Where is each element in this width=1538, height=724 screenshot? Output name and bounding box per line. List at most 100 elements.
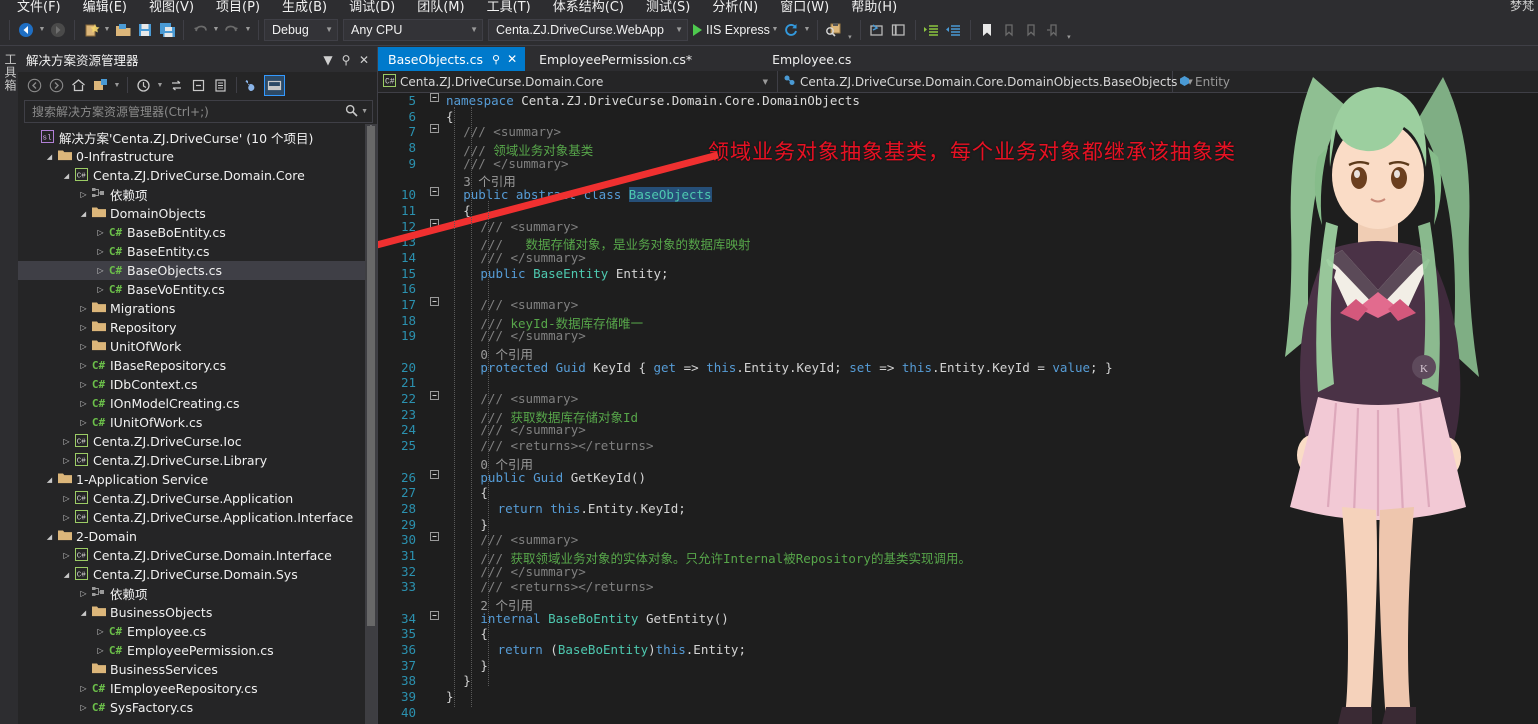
undo-dropdown-icon[interactable]: ▼ [211, 26, 221, 33]
tree-item[interactable]: ◢ C# Centa.ZJ.DriveCurse.Domain.Core [18, 166, 377, 185]
menu-item-7[interactable]: 工具(T) [476, 1, 542, 14]
tree-item[interactable]: ▷ C# IEmployeeRepository.cs [18, 679, 377, 698]
redo-dropdown-icon[interactable]: ▼ [243, 26, 253, 33]
refresh-button[interactable] [166, 75, 187, 96]
tree-item[interactable]: ◢ BusinessObjects [18, 603, 377, 622]
back-button[interactable] [24, 75, 45, 96]
new-item-dropdown-icon[interactable]: ▼ [102, 26, 112, 33]
tree-item[interactable]: ◢ [18, 717, 377, 718]
tree-item[interactable]: ◢ DomainObjects [18, 204, 377, 223]
pin-icon[interactable]: ⚲ [337, 53, 355, 67]
new-item-icon[interactable] [80, 19, 102, 41]
expanded-triangle-icon[interactable]: ◢ [43, 476, 56, 484]
find-dropdown-icon[interactable]: ▾ [845, 33, 855, 45]
menu-item-12[interactable]: 帮助(H) [840, 1, 908, 14]
back-dropdown-icon[interactable]: ▼ [37, 26, 47, 33]
tree-item[interactable]: ▷ C# IOnModelCreating.cs [18, 394, 377, 413]
tree-item[interactable]: ◢ 0-Infrastructure [18, 147, 377, 166]
collapsed-triangle-icon[interactable]: ▷ [94, 285, 107, 294]
expanded-triangle-icon[interactable]: ◢ [60, 571, 73, 579]
close-icon[interactable]: ✕ [507, 52, 517, 66]
collapse-outline-icon[interactable] [428, 218, 440, 231]
tree-item[interactable]: ▷ 依赖项 [18, 584, 377, 603]
tree-item[interactable]: ▷ C# Centa.ZJ.DriveCurse.Application.Inter… [18, 508, 377, 527]
collapsed-triangle-icon[interactable]: ▷ [77, 684, 90, 693]
collapse-outline-icon[interactable] [428, 610, 440, 623]
decrease-indent-icon[interactable] [943, 19, 965, 41]
menu-item-11[interactable]: 窗口(W) [769, 1, 840, 14]
open-folder-icon[interactable] [112, 19, 134, 41]
collapsed-triangle-icon[interactable]: ▷ [60, 456, 73, 465]
collapse-outline-icon[interactable] [428, 469, 440, 482]
tree-item[interactable]: ▷ C# Centa.ZJ.DriveCurse.Library [18, 451, 377, 470]
collapsed-triangle-icon[interactable]: ▷ [77, 342, 90, 351]
tree-item[interactable]: ▷ C# IDbContext.cs [18, 375, 377, 394]
tree-item[interactable]: ▷ C# IUnitOfWork.cs [18, 413, 377, 432]
menu-item-6[interactable]: 团队(M) [406, 1, 475, 14]
collapsed-triangle-icon[interactable]: ▷ [94, 247, 107, 256]
menu-item-0[interactable]: 文件(F) [6, 1, 72, 14]
collapsed-triangle-icon[interactable]: ▷ [77, 190, 90, 199]
find-icon[interactable] [823, 19, 845, 41]
navbar-type-select[interactable]: Centa.ZJ.DriveCurse.Domain.Core.DomainOb… [778, 70, 1193, 93]
editor-tab[interactable]: BaseObjects.cs ⚲ ✕ [378, 47, 526, 71]
chevron-down-icon[interactable]: ▼ [361, 108, 368, 115]
collapsed-triangle-icon[interactable]: ▷ [77, 589, 90, 598]
collapsed-triangle-icon[interactable]: ▷ [60, 437, 73, 446]
menu-item-9[interactable]: 测试(S) [635, 1, 701, 14]
menu-item-3[interactable]: 项目(P) [205, 1, 271, 14]
clear-bookmarks-icon[interactable] [1042, 19, 1064, 41]
startup-project-select[interactable]: Centa.ZJ.DriveCurse.WebApp ▼ [488, 18, 688, 41]
tree-item[interactable]: ▷ C# Centa.ZJ.DriveCurse.Ioc [18, 432, 377, 451]
collapsed-triangle-icon[interactable]: ▷ [60, 494, 73, 503]
chevron-down-icon[interactable]: ▼ [319, 53, 337, 67]
comment-icon[interactable] [866, 19, 888, 41]
menu-item-2[interactable]: 视图(V) [138, 1, 205, 14]
back-arrow-icon[interactable] [15, 19, 37, 41]
collapsed-triangle-icon[interactable]: ▷ [94, 266, 107, 275]
next-bookmark-icon[interactable] [1020, 19, 1042, 41]
sync-dropdown-icon[interactable]: ▼ [112, 82, 122, 89]
preview-selected-items-button[interactable] [264, 74, 285, 96]
navbar-project-select[interactable]: C# Centa.ZJ.DriveCurse.Domain.Core ▼ [378, 70, 778, 93]
editor-tab[interactable]: Employee.cs [762, 47, 859, 71]
collapsed-triangle-icon[interactable]: ▷ [60, 551, 73, 560]
uncomment-icon[interactable] [888, 19, 910, 41]
collapsed-triangle-icon[interactable]: ▷ [94, 228, 107, 237]
tree-item[interactable]: ▷ 依赖项 [18, 185, 377, 204]
collapsed-triangle-icon[interactable]: ▷ [77, 399, 90, 408]
save-all-icon[interactable] [156, 19, 178, 41]
expanded-triangle-icon[interactable]: ◢ [43, 153, 56, 161]
tree-item[interactable]: ▷ C# BaseEntity.cs [18, 242, 377, 261]
collapsed-triangle-icon[interactable]: ▷ [77, 323, 90, 332]
collapsed-triangle-icon[interactable]: ▷ [60, 513, 73, 522]
show-all-files-button[interactable] [210, 75, 231, 96]
search-icon[interactable] [345, 104, 358, 120]
collapsed-triangle-icon[interactable]: ▷ [77, 380, 90, 389]
scrollbar-thumb[interactable] [367, 126, 375, 626]
tree-item[interactable]: ▷ C# BaseObjects.cs [18, 261, 377, 280]
tree-item[interactable]: ▷ C# SysFactory.cs [18, 698, 377, 717]
solution-explorer-search-input[interactable]: 搜索解决方案资源管理器(Ctrl+;) ▼ [24, 100, 373, 123]
tree-item[interactable]: sl 解决方案'Centa.ZJ.DriveCurse' (10 个项目) [18, 128, 377, 147]
toolbar-overflow-icon[interactable]: ▾ [1064, 33, 1074, 45]
collapsed-triangle-icon[interactable]: ▷ [77, 361, 90, 370]
expanded-triangle-icon[interactable]: ◢ [43, 533, 56, 541]
forward-button[interactable] [46, 75, 67, 96]
tree-item[interactable]: ▷ UnitOfWork [18, 337, 377, 356]
collapsed-triangle-icon[interactable]: ▷ [94, 646, 107, 655]
properties-button[interactable] [242, 75, 263, 96]
tree-item[interactable]: ▷ C# Centa.ZJ.DriveCurse.Application [18, 489, 377, 508]
sync-with-active-document-button[interactable] [90, 75, 111, 96]
pin-icon[interactable]: ⚲ [492, 53, 500, 66]
collapse-outline-icon[interactable] [428, 532, 440, 544]
forward-arrow-icon[interactable] [47, 19, 69, 41]
redo-icon[interactable] [221, 19, 243, 41]
home-button[interactable] [68, 75, 89, 96]
filter-dropdown-icon[interactable]: ▼ [155, 82, 165, 89]
collapse-outline-icon[interactable] [428, 391, 440, 403]
menu-item-8[interactable]: 体系结构(C) [542, 1, 635, 14]
solution-platform-select[interactable]: Any CPU ▼ [343, 18, 483, 41]
solution-configuration-select[interactable]: Debug ▼ [264, 18, 338, 41]
save-icon[interactable] [134, 19, 156, 41]
